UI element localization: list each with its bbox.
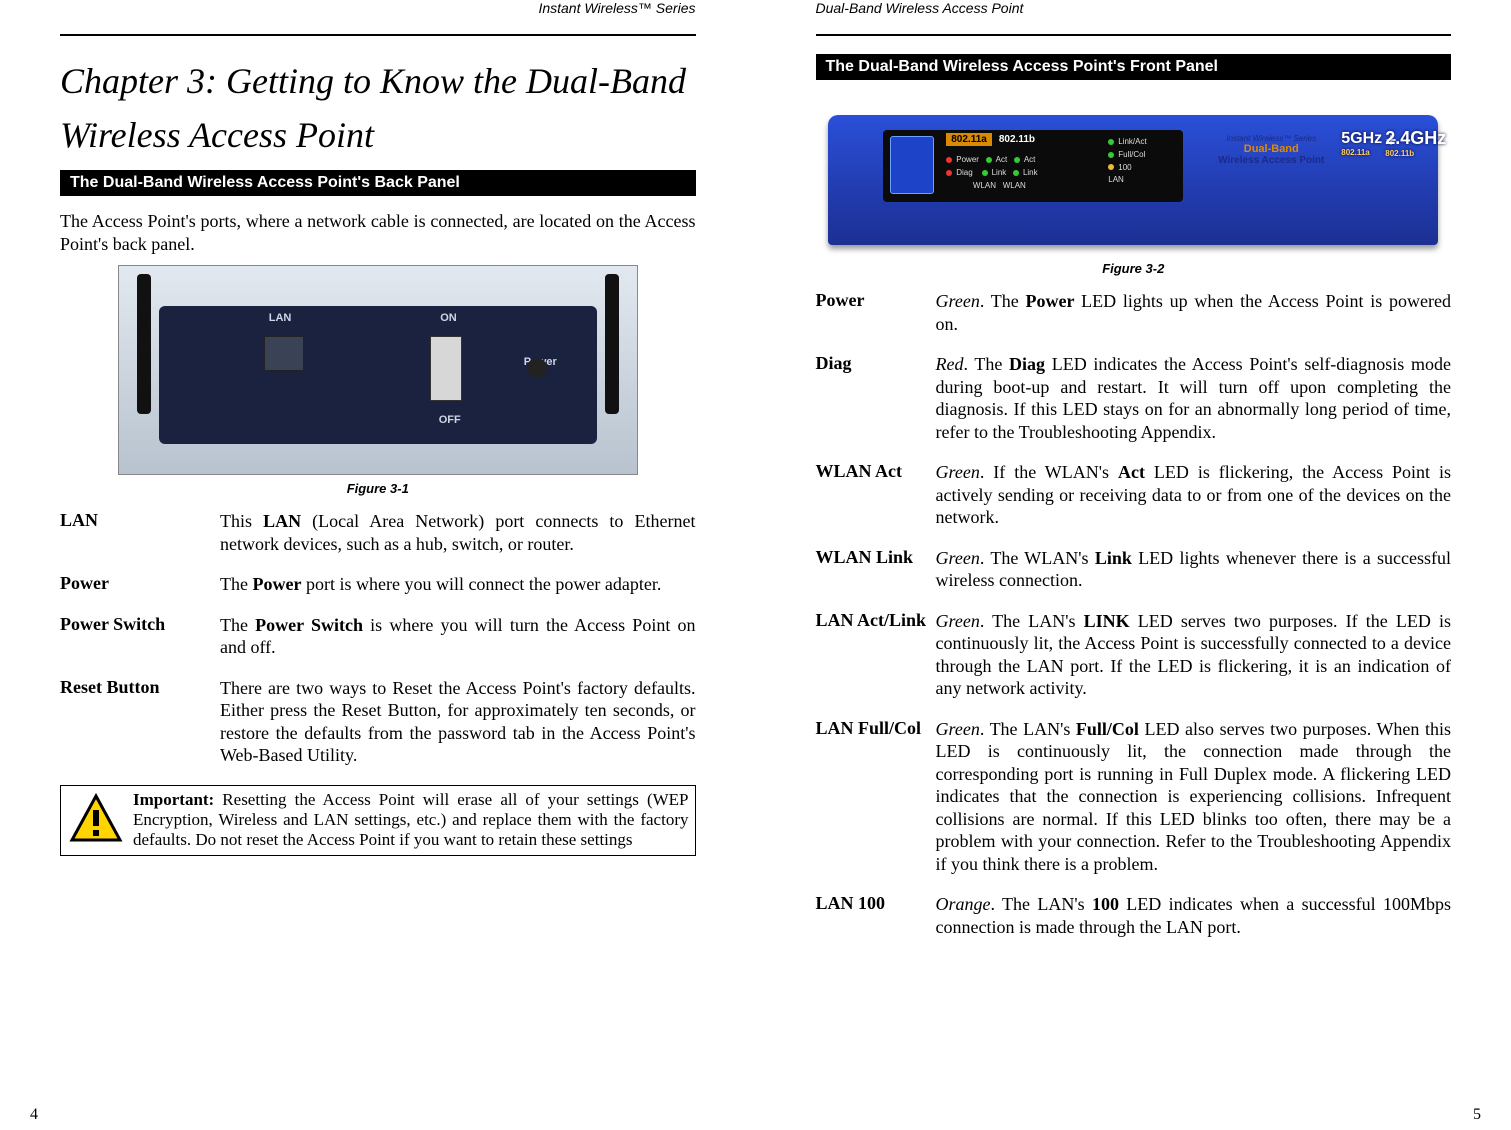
def-desc: Green. If the WLAN's Act LED is flickeri… (936, 461, 1452, 529)
important-text: Important: Resetting the Access Point wi… (131, 786, 695, 855)
header-rule-left (60, 34, 696, 36)
def-wlan-link-led: WLAN Link Green. The WLAN's Link LED lig… (816, 547, 1452, 592)
def-desc: This LAN (Local Area Network) port conne… (220, 510, 696, 555)
def-lan-fullcol-led: LAN Full/Col Green. The LAN's Full/Col L… (816, 718, 1452, 876)
page-number-right: 5 (1473, 1106, 1481, 1124)
figure-front-panel-image: 802.11a802.11b Power Act Act Diag Link L… (828, 100, 1438, 255)
def-diag-led: Diag Red. The Diag LED indicates the Acc… (816, 353, 1452, 443)
running-head-left: Instant Wireless™ Series (60, 0, 696, 20)
def-term: LAN (60, 510, 220, 555)
warning-icon (61, 786, 131, 854)
def-desc: The Power port is where you will connect… (220, 573, 696, 596)
figure-3-1-caption: Figure 3-1 (60, 481, 696, 496)
def-power-switch: Power Switch The Power Switch is where y… (60, 614, 696, 659)
important-callout: Important: Resetting the Access Point wi… (60, 785, 696, 856)
device-on-label: ON (440, 312, 457, 324)
def-desc: Orange. The LAN's 100 LED indicates when… (936, 893, 1452, 938)
def-lan-actlink-led: LAN Act/Link Green. The LAN's LINK LED s… (816, 610, 1452, 700)
section-bar-back-panel: The Dual-Band Wireless Access Point's Ba… (60, 170, 696, 196)
page-left: Instant Wireless™ Series Chapter 3: Gett… (0, 0, 756, 1130)
def-desc: The Power Switch is where you will turn … (220, 614, 696, 659)
def-desc: Green. The LAN's Full/Col LED also serve… (936, 718, 1452, 876)
def-term: Power Switch (60, 614, 220, 659)
def-power-led: Power Green. The Power LED lights up whe… (816, 290, 1452, 335)
device-off-label: OFF (439, 414, 461, 426)
def-power: Power The Power port is where you will c… (60, 573, 696, 596)
chapter-title: Chapter 3: Getting to Know the Dual-Band… (60, 54, 696, 162)
def-term: LAN Act/Link (816, 610, 936, 700)
page-right: Dual-Band Wireless Access Point The Dual… (756, 0, 1511, 1130)
def-reset-button: Reset Button There are two ways to Reset… (60, 677, 696, 767)
def-term: Power (60, 573, 220, 596)
def-term: WLAN Link (816, 547, 936, 592)
def-desc: Green. The WLAN's Link LED lights whenev… (936, 547, 1452, 592)
def-term: WLAN Act (816, 461, 936, 529)
def-term: Power (816, 290, 936, 335)
section-bar-front-panel: The Dual-Band Wireless Access Point's Fr… (816, 54, 1452, 80)
device-lan-label: LAN (269, 312, 292, 324)
def-desc: Green. The LAN's LINK LED serves two pur… (936, 610, 1452, 700)
def-term: LAN Full/Col (816, 718, 936, 876)
def-lan: LAN This LAN (Local Area Network) port c… (60, 510, 696, 555)
def-term: Reset Button (60, 677, 220, 767)
figure-back-panel-image: LAN ON OFF Power (118, 265, 638, 475)
def-lan-100-led: LAN 100 Orange. The LAN's 100 LED indica… (816, 893, 1452, 938)
def-desc: Red. The Diag LED indicates the Access P… (936, 353, 1452, 443)
header-rule-right (816, 34, 1452, 36)
figure-3-2-caption: Figure 3-2 (816, 261, 1452, 276)
def-term: Diag (816, 353, 936, 443)
page-number-left: 4 (30, 1106, 38, 1124)
def-term: LAN 100 (816, 893, 936, 938)
running-head-right: Dual-Band Wireless Access Point (816, 0, 1452, 20)
intro-paragraph: The Access Point's ports, where a networ… (60, 210, 696, 255)
def-wlan-act-led: WLAN Act Green. If the WLAN's Act LED is… (816, 461, 1452, 529)
def-desc: There are two ways to Reset the Access P… (220, 677, 696, 767)
def-desc: Green. The Power LED lights up when the … (936, 290, 1452, 335)
